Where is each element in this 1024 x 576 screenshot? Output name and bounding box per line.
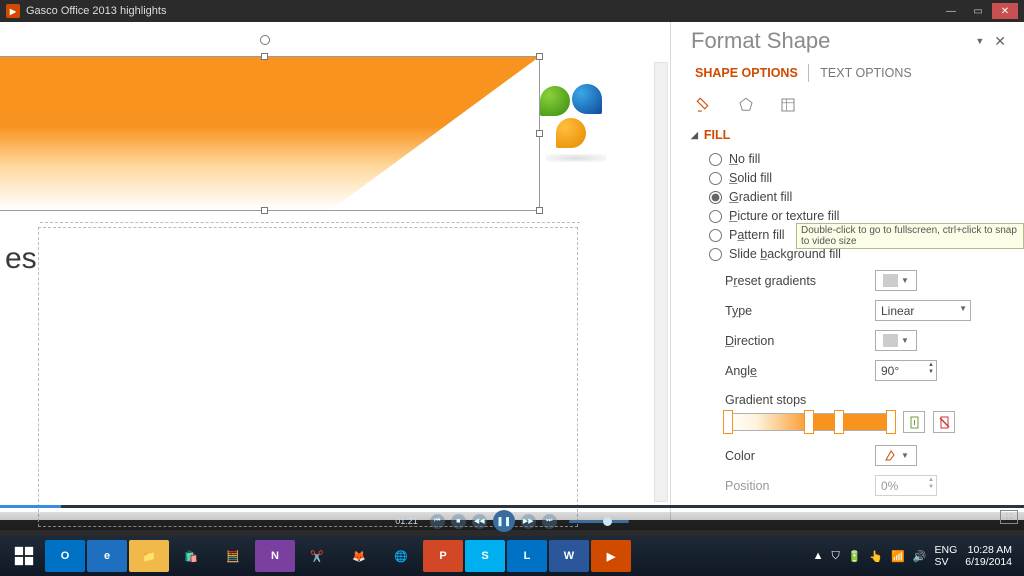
taskbar-chrome-icon[interactable]: 🌐 xyxy=(381,540,421,572)
pane-close-button[interactable]: ✕ xyxy=(994,33,1006,50)
taskbar-explorer-icon[interactable]: 📁 xyxy=(129,540,169,572)
label-preset-gradients: Preset gradients xyxy=(725,274,875,288)
rewind-button[interactable]: ◀◀ xyxy=(472,514,487,529)
taskbar-calc-icon[interactable]: 🧮 xyxy=(213,540,253,572)
selected-shape[interactable] xyxy=(0,56,540,211)
preset-gradients-picker[interactable]: ▼ xyxy=(875,270,917,291)
size-properties-icon[interactable] xyxy=(777,94,799,116)
video-progress-track[interactable] xyxy=(0,505,1024,508)
tray-clock[interactable]: 10:28 AM 6/19/2014 xyxy=(965,544,1012,568)
windows-taskbar: O e 📁 🛍️ 🧮 N ✂️ 🦊 🌐 P S L W ▶ ▲ ⛉ 🔋 👆 📶 … xyxy=(0,536,1024,576)
fullscreen-tooltip: Double-click to go to fullscreen, ctrl+c… xyxy=(796,223,1024,249)
video-progress-fill xyxy=(0,505,61,508)
fill-option-picture[interactable]: Picture or texture fill xyxy=(709,209,1006,223)
player-titlebar: ▶ Gasco Office 2013 highlights — ▭ ✕ xyxy=(0,0,1024,22)
gradient-shape xyxy=(0,57,539,210)
taskbar-snip-icon[interactable]: ✂️ xyxy=(297,540,337,572)
taskbar-firefox-icon[interactable]: 🦊 xyxy=(339,540,379,572)
label-color: Color xyxy=(725,449,875,463)
fullscreen-button[interactable]: ⛶ xyxy=(1000,510,1018,524)
stop-button[interactable]: ■ xyxy=(451,514,466,529)
taskbar-onenote-icon[interactable]: N xyxy=(255,540,295,572)
label-angle: Angle xyxy=(725,364,875,378)
slide-canvas[interactable]: es xyxy=(0,22,670,520)
vertical-scrollbar[interactable] xyxy=(654,62,668,502)
tray-battery-icon[interactable]: 🔋 xyxy=(848,550,862,563)
player-title: Gasco Office 2013 highlights xyxy=(26,5,937,17)
volume-slider[interactable] xyxy=(569,520,629,523)
maximize-button[interactable]: ▭ xyxy=(965,3,991,19)
effects-icon[interactable] xyxy=(735,94,757,116)
video-controls: 01:21 ⏮ ■ ◀◀ ❚❚ ▶▶ ⏭ xyxy=(0,512,1024,530)
gradient-stops-bar[interactable] xyxy=(725,413,895,431)
add-gradient-stop-button[interactable] xyxy=(903,411,925,433)
player-app-icon: ▶ xyxy=(6,4,20,18)
taskbar-outlook-icon[interactable]: O xyxy=(45,540,85,572)
pane-title: Format Shape xyxy=(691,28,969,54)
tray-volume-icon[interactable]: 🔊 xyxy=(913,550,927,563)
prev-button[interactable]: ⏮ xyxy=(430,514,445,529)
fill-option-none[interactable]: NNo fillo fill xyxy=(709,152,1006,166)
label-direction: Direction xyxy=(725,334,875,348)
position-spinner[interactable]: 0%▲▼ xyxy=(875,475,937,496)
taskbar-word-icon[interactable]: W xyxy=(549,540,589,572)
tray-network-icon[interactable]: 📶 xyxy=(891,550,905,563)
fill-option-solid[interactable]: Solid fill xyxy=(709,171,1006,185)
slide-text-fragment: es xyxy=(5,242,37,276)
taskbar-lync-icon[interactable]: L xyxy=(507,540,547,572)
label-position: Position xyxy=(725,479,875,493)
tray-shield-icon[interactable]: ⛉ xyxy=(831,550,839,563)
taskbar-player-icon[interactable]: ▶ xyxy=(591,540,631,572)
video-time: 01:21 xyxy=(395,516,418,526)
taskbar-powerpoint-icon[interactable]: P xyxy=(423,540,463,572)
next-button[interactable]: ⏭ xyxy=(542,514,557,529)
fill-section-header[interactable]: ◢ FILL xyxy=(691,128,1006,142)
fill-option-gradient[interactable]: Gradient fill xyxy=(709,190,1006,204)
tab-shape-options[interactable]: SHAPE OPTIONS xyxy=(691,64,809,82)
taskbar-store-icon[interactable]: 🛍️ xyxy=(171,540,211,572)
fill-line-icon[interactable] xyxy=(693,94,715,116)
minimize-button[interactable]: — xyxy=(938,3,964,19)
tray-touch-icon[interactable]: 👆 xyxy=(869,550,883,563)
system-tray: ▲ ⛉ 🔋 👆 📶 🔊 ENGSV 10:28 AM 6/19/2014 xyxy=(805,544,1020,568)
taskbar-ie-icon[interactable]: e xyxy=(87,540,127,572)
powerpoint-frame: es Format Shape ▼ ✕ SHAPE OPTIONS TEXT O… xyxy=(0,22,1024,520)
slide-logo xyxy=(538,84,616,162)
play-pause-button[interactable]: ❚❚ xyxy=(493,510,515,532)
remove-gradient-stop-button[interactable] xyxy=(933,411,955,433)
fill-option-slidebg[interactable]: Slide background fill xyxy=(709,247,1006,261)
type-dropdown[interactable]: Linear▼ xyxy=(875,300,971,321)
pane-tabs: SHAPE OPTIONS TEXT OPTIONS xyxy=(691,66,1006,80)
collapse-triangle-icon: ◢ xyxy=(691,130,698,141)
format-shape-pane: Format Shape ▼ ✕ SHAPE OPTIONS TEXT OPTI… xyxy=(670,22,1024,520)
close-button[interactable]: ✕ xyxy=(992,3,1018,19)
fastfwd-button[interactable]: ▶▶ xyxy=(521,514,536,529)
direction-picker[interactable]: ▼ xyxy=(875,330,917,351)
placeholder-dashed xyxy=(38,227,578,527)
start-button[interactable] xyxy=(4,540,44,572)
tab-text-options[interactable]: TEXT OPTIONS xyxy=(812,64,915,82)
taskbar-skype-icon[interactable]: S xyxy=(465,540,505,572)
color-picker[interactable]: ▼ xyxy=(875,445,917,466)
tray-language[interactable]: ENGSV xyxy=(935,544,958,568)
angle-spinner[interactable]: 90° ▲▼ xyxy=(875,360,937,381)
pane-options-button[interactable]: ▼ xyxy=(975,36,984,46)
tray-chevron-icon[interactable]: ▲ xyxy=(813,550,824,562)
label-type: Type xyxy=(725,304,875,318)
label-gradient-stops: Gradient stops xyxy=(725,393,1006,407)
